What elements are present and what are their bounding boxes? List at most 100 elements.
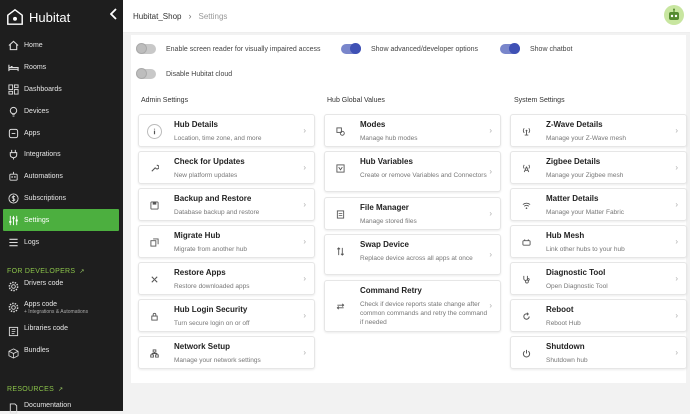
disable-cloud-switch[interactable]: [136, 68, 156, 79]
toggle-label: Show advanced/developer options: [371, 45, 479, 53]
card-description: Location, time zone, and more: [174, 135, 262, 142]
toggle-label: Enable screen reader for visually impair…: [166, 45, 321, 53]
dollar-icon: [8, 193, 19, 204]
chevron-right-icon: ›: [675, 310, 678, 320]
chevron-right-icon: ›: [303, 162, 306, 172]
chevron-left-icon: [109, 8, 117, 20]
card-zigbee-details[interactable]: Zigbee Details Manage your Zigbee mesh ›: [510, 151, 687, 184]
nav-item-logs[interactable]: Logs: [0, 231, 123, 253]
nav-item-label: Bundles: [24, 347, 50, 354]
developers-heading: FOR DEVELOPERS ↗: [7, 268, 85, 275]
advanced-options-switch[interactable]: [341, 43, 361, 54]
document-icon: [9, 403, 18, 414]
nav-item-label: Automations: [24, 173, 63, 181]
breadcrumb: Hubitat_Shop › Settings: [133, 11, 227, 21]
chatbot-switch[interactable]: [500, 43, 520, 54]
card-diagnostic-tool[interactable]: Diagnostic Tool Open Diagnostic Tool ›: [510, 262, 687, 295]
card-swap-device[interactable]: Swap Device Replace device across all ap…: [324, 234, 501, 275]
dashboard-icon: [8, 84, 19, 95]
chevron-right-icon: ›: [303, 125, 306, 135]
power-icon: [519, 346, 534, 361]
chevron-right-icon: ›: [303, 236, 306, 246]
toggle-advanced-options[interactable]: Show advanced/developer options: [341, 43, 479, 54]
card-reboot[interactable]: Reboot Reboot Hub ›: [510, 299, 687, 332]
card-hub-login-security[interactable]: Hub Login Security Turn secure login on …: [138, 299, 315, 332]
nav-item-libraries-code[interactable]: Libraries code: [0, 325, 123, 347]
card-check-updates[interactable]: Check for Updates New platform updates ›: [138, 151, 315, 184]
nav-item-automations[interactable]: Automations: [0, 166, 123, 188]
network-icon: [147, 346, 162, 361]
brand-logo[interactable]: Hubitat: [6, 7, 70, 27]
toggle-label: Show chatbot: [530, 45, 573, 53]
antenna-icon: [519, 124, 534, 139]
nav-item-home[interactable]: Home: [0, 35, 123, 57]
collapse-sidebar-button[interactable]: [109, 8, 119, 22]
chatbot-button[interactable]: [664, 5, 684, 25]
card-modes[interactable]: Modes Manage hub modes ›: [324, 114, 501, 147]
nav-item-documentation[interactable]: Documentation: [0, 402, 71, 414]
main-nav: Home Rooms Dashboards Devices Apps Integ…: [0, 35, 123, 253]
library-icon: [8, 326, 19, 337]
nav-item-rooms[interactable]: Rooms: [0, 57, 123, 79]
nav-item-bundles[interactable]: Bundles: [0, 347, 123, 369]
stethoscope-icon: [519, 272, 534, 287]
card-restore-apps[interactable]: Restore Apps Restore downloaded apps ›: [138, 262, 315, 295]
file-icon: [333, 207, 348, 222]
nav-item-dashboards[interactable]: Dashboards: [0, 79, 123, 101]
toggle-disable-cloud[interactable]: Disable Hubitat cloud: [136, 68, 232, 79]
chatbot-icon: [669, 8, 679, 20]
reboot-icon: [519, 309, 534, 324]
nav-item-label: Rooms: [24, 64, 47, 72]
hub-global-values-title: Hub Global Values: [327, 97, 385, 104]
nav-item-integrations[interactable]: Integrations: [0, 144, 123, 166]
screen-reader-switch[interactable]: [136, 43, 156, 54]
card-description: Create or remove Variables and Connector…: [360, 172, 487, 179]
save-icon: [147, 198, 162, 213]
nav-item-label: Dashboards: [24, 85, 62, 93]
card-title: File Manager: [360, 203, 409, 212]
nav-item-subscriptions[interactable]: Subscriptions: [0, 188, 123, 210]
nav-item-settings[interactable]: Settings: [3, 209, 119, 232]
lock-icon: [147, 309, 162, 324]
card-description: Manage your Z-Wave mesh: [546, 135, 626, 142]
nav-item-label: Apps: [24, 129, 40, 137]
card-description: Manage hub modes: [360, 135, 418, 142]
card-title: Shutdown: [546, 342, 585, 351]
copy-icon: [147, 235, 162, 250]
toggle-screen-reader[interactable]: Enable screen reader for visually impair…: [136, 43, 321, 54]
card-file-manager[interactable]: File Manager Manage stored files ›: [324, 197, 501, 230]
home-icon: [8, 41, 19, 51]
card-shutdown[interactable]: Shutdown Shutdown hub ›: [510, 336, 687, 369]
nav-item-apps[interactable]: Apps: [0, 122, 123, 144]
toggle-chatbot[interactable]: Show chatbot: [500, 43, 573, 54]
nav-item-devices[interactable]: Devices: [0, 100, 123, 122]
external-link-icon: ↗: [58, 387, 64, 393]
nav-item-drivers-code[interactable]: Drivers code: [0, 280, 123, 301]
retry-icon: [333, 299, 348, 314]
card-command-retry[interactable]: Command Retry Check if device reports st…: [324, 280, 501, 332]
card-description: Open Diagnostic Tool: [546, 283, 608, 290]
nav-item-label: Home: [24, 42, 43, 50]
nav-item-label: Documentation: [24, 402, 72, 409]
package-icon: [8, 348, 19, 359]
card-network-setup[interactable]: Network Setup Manage your network settin…: [138, 336, 315, 369]
card-title: Hub Details: [174, 120, 219, 129]
nav-item-label: Integrations: [24, 151, 61, 159]
nav-item-label: Subscriptions: [24, 194, 67, 202]
nav-item-apps-code[interactable]: Apps code + Integrations & Automations: [0, 301, 123, 325]
card-migrate-hub[interactable]: Migrate Hub Migrate from another hub ›: [138, 225, 315, 258]
card-backup-restore[interactable]: Backup and Restore Database backup and r…: [138, 188, 315, 221]
card-hub-variables[interactable]: Hub Variables Create or remove Variables…: [324, 151, 501, 192]
card-hub-mesh[interactable]: Hub Mesh Link other hubs to your hub ›: [510, 225, 687, 258]
card-title: Diagnostic Tool: [546, 268, 606, 277]
card-matter-details[interactable]: Matter Details Manage your Matter Fabric…: [510, 188, 687, 221]
modes-icon: [333, 124, 348, 139]
card-zwave-details[interactable]: Z-Wave Details Manage your Z-Wave mesh ›: [510, 114, 687, 147]
chevron-right-icon: ›: [489, 301, 492, 310]
card-hub-details[interactable]: Hub Details Location, time zone, and mor…: [138, 114, 315, 147]
chevron-right-icon: ›: [303, 347, 306, 357]
developer-nav: Drivers code Apps code + Integrations & …: [0, 280, 123, 369]
resources-heading: RESOURCES ↗: [7, 386, 63, 393]
bed-icon: [8, 64, 19, 72]
breadcrumb-hub[interactable]: Hubitat_Shop: [133, 12, 181, 21]
